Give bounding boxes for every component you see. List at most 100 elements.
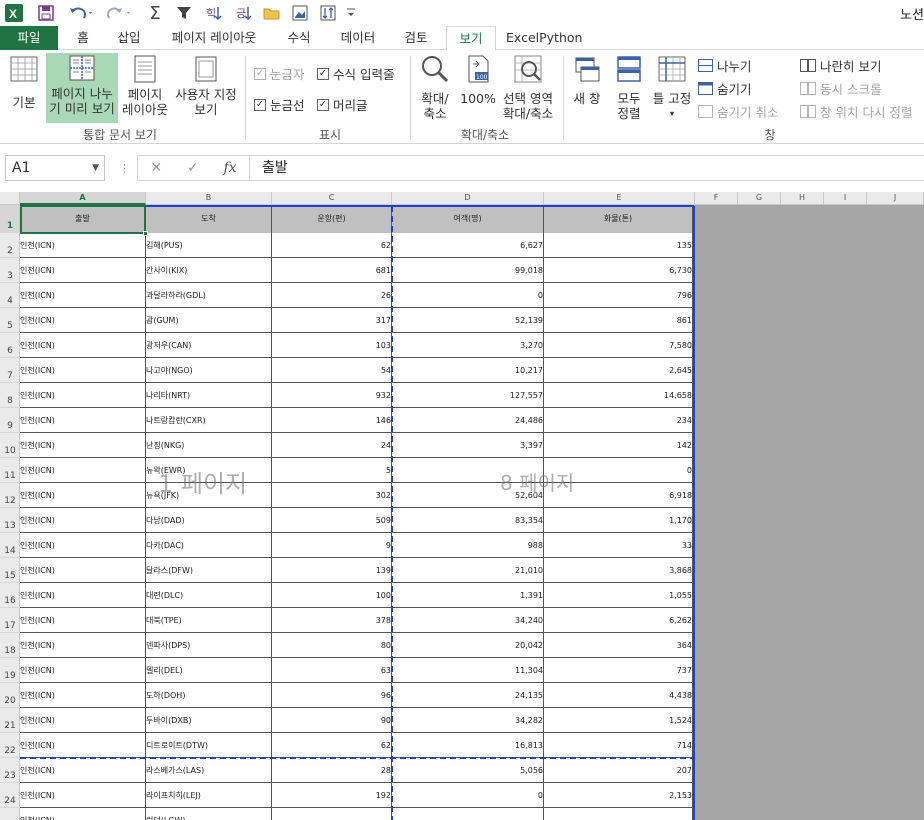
cell-cargo[interactable]: 737 bbox=[544, 658, 693, 683]
cell-destination[interactable]: 덴파사(DPS) bbox=[146, 633, 272, 658]
cell-flights[interactable]: 62 bbox=[272, 233, 392, 258]
gridlines-checkbox[interactable]: ✓ 눈금선 bbox=[254, 95, 305, 114]
reset-window-position-button[interactable]: 창 위치 다시 정렬 bbox=[800, 102, 912, 121]
header-cell-flights[interactable]: 운항(편) bbox=[272, 205, 392, 233]
cell-flights[interactable]: 54 bbox=[272, 358, 392, 383]
cell-cargo[interactable]: 6,730 bbox=[544, 258, 693, 283]
sum-icon[interactable]: Σ bbox=[145, 3, 165, 24]
zoom-button[interactable]: 확대/ 축소 bbox=[416, 54, 454, 122]
cell-destination[interactable]: 나리타(NRT) bbox=[146, 383, 272, 408]
row-header[interactable]: 23 bbox=[0, 758, 20, 783]
row-header[interactable]: 12 bbox=[0, 483, 20, 508]
cell-flights[interactable]: 681 bbox=[272, 258, 392, 283]
cell-flights[interactable]: 5 bbox=[272, 458, 392, 483]
cell-origin[interactable]: 인천(ICN) bbox=[20, 758, 146, 783]
row-header[interactable]: 5 bbox=[0, 308, 20, 333]
picture-icon[interactable] bbox=[290, 3, 310, 23]
row-header[interactable]: 21 bbox=[0, 708, 20, 733]
row-header[interactable]: 4 bbox=[0, 283, 20, 308]
cell-origin[interactable]: 인천(ICN) bbox=[20, 408, 146, 433]
cell-origin[interactable]: 인천(ICN) bbox=[20, 233, 146, 258]
cell-passengers[interactable]: 0 bbox=[392, 783, 544, 808]
header-cell-origin[interactable]: 출발 bbox=[20, 205, 146, 233]
filter-icon[interactable] bbox=[174, 3, 194, 23]
page-layout-view-button[interactable]: 페이지 레이아웃 bbox=[122, 54, 168, 120]
tab-insert[interactable]: 삽입 bbox=[113, 26, 145, 50]
cell-cargo[interactable]: 142 bbox=[544, 433, 693, 458]
cell-cargo[interactable]: 0 bbox=[544, 458, 693, 483]
column-header-e[interactable]: E bbox=[544, 192, 695, 205]
cell-destination[interactable]: 다카(DAC) bbox=[146, 533, 272, 558]
new-window-button[interactable]: 새 창 bbox=[568, 54, 606, 122]
formula-bar-checkbox[interactable]: ✓ 수식 입력줄 bbox=[317, 64, 394, 83]
cell-flights[interactable]: 146 bbox=[272, 408, 392, 433]
headings-checkbox[interactable]: ✓ 머리글 bbox=[317, 95, 368, 114]
cell-flights[interactable]: 24 bbox=[272, 433, 392, 458]
cell-destination[interactable]: 괌(GUM) bbox=[146, 308, 272, 333]
cell-cargo[interactable]: 1,170 bbox=[544, 508, 693, 533]
row-header[interactable]: 20 bbox=[0, 683, 20, 708]
row-header[interactable]: 24 bbox=[0, 783, 20, 808]
view-side-by-side-button[interactable]: 나란히 보기 bbox=[800, 56, 881, 75]
cell-cargo[interactable]: 3,868 bbox=[544, 558, 693, 583]
cell-cargo[interactable]: 861 bbox=[544, 308, 693, 333]
cell-passengers[interactable]: 3,270 bbox=[392, 333, 544, 358]
cell-origin[interactable]: 인천(ICN) bbox=[20, 708, 146, 733]
cell-destination[interactable]: 대북(TPE) bbox=[146, 608, 272, 633]
cell-destination[interactable]: 나트랑캄란(CXR) bbox=[146, 408, 272, 433]
cell-passengers[interactable]: 34,240 bbox=[392, 608, 544, 633]
cell-passengers[interactable]: 16,813 bbox=[392, 733, 544, 758]
unhide-button[interactable]: 숨기기 취소 bbox=[698, 102, 778, 121]
tab-view[interactable]: 보기 bbox=[446, 26, 496, 51]
row-header[interactable]: 2 bbox=[0, 233, 20, 258]
undo-icon[interactable] bbox=[66, 3, 96, 23]
row-header[interactable]: 7 bbox=[0, 358, 20, 383]
row-header[interactable]: 11 bbox=[0, 458, 20, 483]
split-button[interactable]: 나누기 bbox=[698, 56, 752, 75]
tab-formulas[interactable]: 수식 bbox=[283, 26, 315, 50]
cell-passengers[interactable]: 52,604 bbox=[392, 483, 544, 508]
cell-flights[interactable]: 62 bbox=[272, 733, 392, 758]
cancel-icon[interactable]: ✕ bbox=[150, 160, 162, 176]
cell-cargo[interactable]: 14,658 bbox=[544, 383, 693, 408]
cell-origin[interactable]: 인천(ICN) bbox=[20, 333, 146, 358]
tab-file[interactable]: 파일 bbox=[0, 26, 58, 50]
cell-flights[interactable]: 932 bbox=[272, 383, 392, 408]
column-header-g[interactable]: G bbox=[738, 192, 781, 205]
row-header[interactable]: 6 bbox=[0, 333, 20, 358]
print-area[interactable]: 출발 도착 운항(편) 여객(명) 화물(톤) 인천(ICN) 김해(PUS) 62… bbox=[20, 205, 693, 820]
cell-passengers[interactable]: 21,010 bbox=[392, 558, 544, 583]
cell-cargo[interactable]: 796 bbox=[544, 283, 693, 308]
row-header[interactable]: 16 bbox=[0, 583, 20, 608]
cell-passengers[interactable]: 83,354 bbox=[392, 508, 544, 533]
zoom-100-button[interactable]: 100 100% bbox=[458, 54, 498, 122]
ruler-checkbox[interactable]: ✓ 눈금자 bbox=[254, 64, 305, 83]
cell-cargo[interactable]: 234 bbox=[544, 408, 693, 433]
tab-home[interactable]: 홈 bbox=[70, 26, 96, 50]
cell-destination[interactable]: 나고야(NGO) bbox=[146, 358, 272, 383]
cell-cargo[interactable]: 6,262 bbox=[544, 608, 693, 633]
column-header-j[interactable]: J bbox=[867, 192, 924, 205]
cell-passengers[interactable] bbox=[392, 458, 544, 483]
cell-origin[interactable]: 인천(ICN) bbox=[20, 308, 146, 333]
cell-passengers[interactable]: 5,056 bbox=[392, 758, 544, 783]
tab-excelpython[interactable]: ExcelPython bbox=[506, 26, 582, 50]
cell-passengers[interactable]: 52,139 bbox=[392, 308, 544, 333]
row-header[interactable]: 15 bbox=[0, 558, 20, 583]
cell-cargo[interactable]: 7,580 bbox=[544, 333, 693, 358]
cell-origin[interactable]: 인천(ICN) bbox=[20, 533, 146, 558]
cell-origin[interactable]: 인천(ICN) bbox=[20, 458, 146, 483]
row-header[interactable]: 10 bbox=[0, 433, 20, 458]
cell-destination[interactable]: 대련(DLC) bbox=[146, 583, 272, 608]
cell-origin[interactable]: 인천(ICN) bbox=[20, 433, 146, 458]
worksheet-grid[interactable]: A B C D E F G H I J 1 2 3 4 5 6 7 8 9 10 11 12 13 14 1… bbox=[0, 192, 924, 820]
cell-passengers[interactable]: 11,304 bbox=[392, 658, 544, 683]
cell-destination[interactable]: 두바이(DXB) bbox=[146, 708, 272, 733]
cell-destination[interactable]: 런던(LGW) bbox=[146, 808, 272, 820]
insert-function-icon[interactable]: fx bbox=[224, 160, 237, 176]
cell-passengers[interactable]: 127,557 bbox=[392, 383, 544, 408]
open-folder-icon[interactable] bbox=[262, 3, 282, 23]
cell-passengers[interactable]: 988 bbox=[392, 533, 544, 558]
header-cell-passengers[interactable]: 여객(명) bbox=[392, 205, 544, 233]
name-box[interactable]: A1 ▼ bbox=[5, 155, 105, 181]
